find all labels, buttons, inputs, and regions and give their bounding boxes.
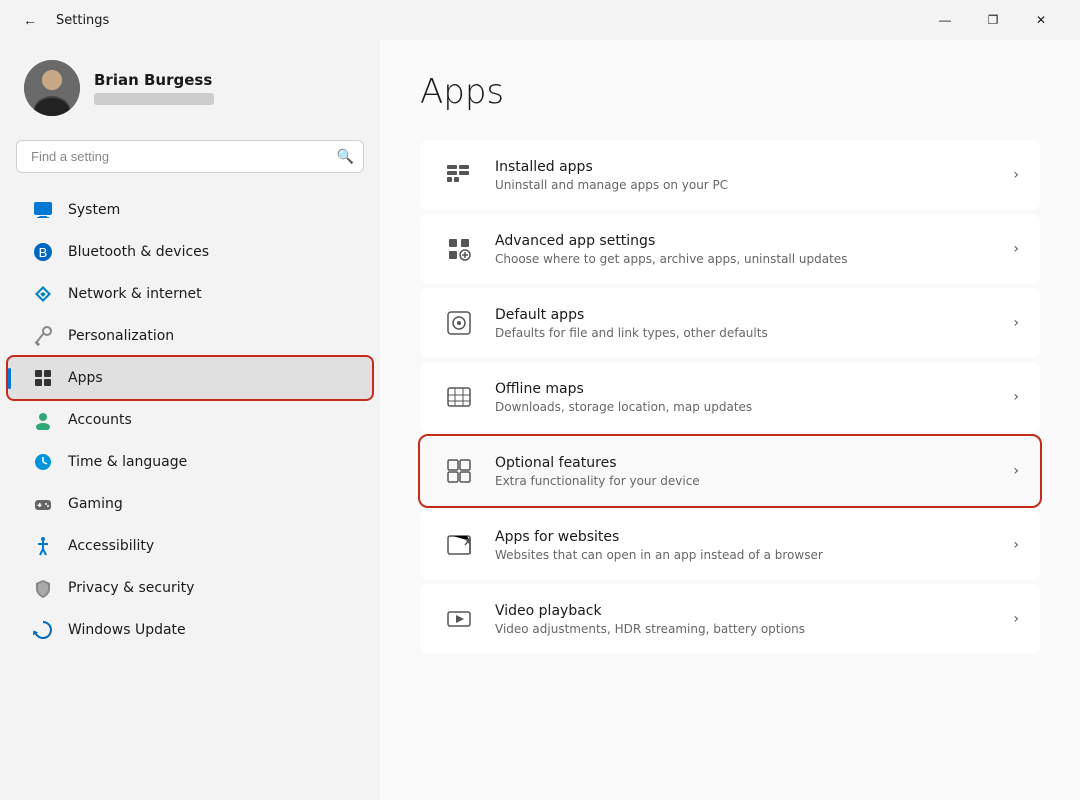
offline-maps-chevron: ›: [1013, 389, 1019, 405]
profile-name: Brian Burgess: [94, 71, 214, 89]
default-apps-title: Default apps: [495, 307, 1003, 323]
sidebar-item-label-bluetooth: Bluetooth & devices: [68, 244, 209, 260]
optional-features-title: Optional features: [495, 455, 1003, 471]
sidebar-item-label-accessibility: Accessibility: [68, 538, 154, 554]
gaming-icon: [32, 493, 54, 515]
sidebar-item-label-update: Windows Update: [68, 622, 186, 638]
accounts-icon: [32, 409, 54, 431]
offline-maps-icon: [441, 379, 477, 415]
sidebar-item-apps[interactable]: Apps: [8, 357, 372, 399]
advanced-app-title: Advanced app settings: [495, 233, 1003, 249]
installed-apps-icon: [441, 157, 477, 193]
sidebar-item-update[interactable]: Windows Update: [8, 609, 372, 651]
optional-features-chevron: ›: [1013, 463, 1019, 479]
sidebar-item-accessibility[interactable]: Accessibility: [8, 525, 372, 567]
avatar: [24, 60, 80, 116]
offline-maps-text: Offline maps Downloads, storage location…: [495, 381, 1003, 414]
svg-text:B: B: [39, 245, 48, 260]
profile-info: Brian Burgess: [94, 71, 214, 105]
sidebar-item-label-privacy: Privacy & security: [68, 580, 194, 596]
accessibility-icon: [32, 535, 54, 557]
sidebar-nav: System B Bluetooth & devices: [0, 189, 380, 651]
optional-features-text: Optional features Extra functionality fo…: [495, 455, 1003, 488]
offline-maps-desc: Downloads, storage location, map updates: [495, 400, 1003, 414]
sidebar-item-network[interactable]: Network & internet: [8, 273, 372, 315]
minimize-button[interactable]: —: [922, 4, 968, 36]
search-input[interactable]: [16, 140, 364, 173]
sidebar-item-label-system: System: [68, 202, 120, 218]
apps-websites-chevron: ›: [1013, 537, 1019, 553]
sidebar-item-label-time: Time & language: [68, 454, 187, 470]
settings-item-optional-features[interactable]: Optional features Extra functionality fo…: [420, 436, 1040, 506]
installed-apps-chevron: ›: [1013, 167, 1019, 183]
video-playback-icon: [441, 601, 477, 637]
sidebar: Brian Burgess 🔍 System: [0, 40, 380, 800]
sidebar-item-label-network: Network & internet: [68, 286, 202, 302]
apps-websites-title: Apps for websites: [495, 529, 1003, 545]
optional-features-desc: Extra functionality for your device: [495, 474, 1003, 488]
video-playback-text: Video playback Video adjustments, HDR st…: [495, 603, 1003, 636]
apps-icon: [32, 367, 54, 389]
settings-item-video-playback[interactable]: Video playback Video adjustments, HDR st…: [420, 584, 1040, 654]
advanced-app-desc: Choose where to get apps, archive apps, …: [495, 252, 1003, 266]
optional-features-icon: [441, 453, 477, 489]
page-title: Apps: [420, 72, 1040, 112]
personalization-icon: [32, 325, 54, 347]
sidebar-item-label-personalization: Personalization: [68, 328, 174, 344]
search-box: 🔍: [16, 140, 364, 173]
settings-item-installed-apps[interactable]: Installed apps Uninstall and manage apps…: [420, 140, 1040, 210]
titlebar-controls: — ❐ ✕: [922, 4, 1064, 36]
default-apps-text: Default apps Defaults for file and link …: [495, 307, 1003, 340]
advanced-app-icon: [441, 231, 477, 267]
profile-area: Brian Burgess: [0, 40, 380, 140]
advanced-app-chevron: ›: [1013, 241, 1019, 257]
sidebar-item-personalization[interactable]: Personalization: [8, 315, 372, 357]
settings-list: Installed apps Uninstall and manage apps…: [420, 140, 1040, 654]
sidebar-item-label-accounts: Accounts: [68, 412, 132, 428]
search-icon: 🔍: [337, 149, 354, 165]
video-playback-chevron: ›: [1013, 611, 1019, 627]
default-apps-icon: [441, 305, 477, 341]
sidebar-item-gaming[interactable]: Gaming: [8, 483, 372, 525]
offline-maps-title: Offline maps: [495, 381, 1003, 397]
bluetooth-icon: B: [32, 241, 54, 263]
default-apps-chevron: ›: [1013, 315, 1019, 331]
titlebar: ← Settings — ❐ ✕: [0, 0, 1080, 40]
sidebar-item-time[interactable]: Time & language: [8, 441, 372, 483]
video-playback-desc: Video adjustments, HDR streaming, batter…: [495, 622, 1003, 636]
apps-websites-text: Apps for websites Websites that can open…: [495, 529, 1003, 562]
back-button[interactable]: ←: [16, 6, 44, 34]
apps-websites-icon: [441, 527, 477, 563]
update-icon: [32, 619, 54, 641]
system-icon: [32, 199, 54, 221]
installed-apps-desc: Uninstall and manage apps on your PC: [495, 178, 1003, 192]
sidebar-item-privacy[interactable]: Privacy & security: [8, 567, 372, 609]
advanced-app-text: Advanced app settings Choose where to ge…: [495, 233, 1003, 266]
apps-websites-desc: Websites that can open in an app instead…: [495, 548, 1003, 562]
settings-item-default-apps[interactable]: Default apps Defaults for file and link …: [420, 288, 1040, 358]
main-panel: Apps Installed apps Uninstall an: [380, 40, 1080, 800]
close-button[interactable]: ✕: [1018, 4, 1064, 36]
settings-item-apps-websites[interactable]: Apps for websites Websites that can open…: [420, 510, 1040, 580]
titlebar-left: ← Settings: [16, 6, 109, 34]
sidebar-item-label-apps: Apps: [68, 370, 103, 386]
network-icon: [32, 283, 54, 305]
default-apps-desc: Defaults for file and link types, other …: [495, 326, 1003, 340]
profile-email-blur: [94, 93, 214, 105]
sidebar-item-label-gaming: Gaming: [68, 496, 123, 512]
sidebar-item-bluetooth[interactable]: B Bluetooth & devices: [8, 231, 372, 273]
sidebar-item-accounts[interactable]: Accounts: [8, 399, 372, 441]
maximize-button[interactable]: ❐: [970, 4, 1016, 36]
sidebar-item-system[interactable]: System: [8, 189, 372, 231]
settings-item-offline-maps[interactable]: Offline maps Downloads, storage location…: [420, 362, 1040, 432]
settings-item-advanced-app[interactable]: Advanced app settings Choose where to ge…: [420, 214, 1040, 284]
app-body: Brian Burgess 🔍 System: [0, 40, 1080, 800]
video-playback-title: Video playback: [495, 603, 1003, 619]
time-icon: [32, 451, 54, 473]
privacy-icon: [32, 577, 54, 599]
installed-apps-text: Installed apps Uninstall and manage apps…: [495, 159, 1003, 192]
titlebar-title: Settings: [56, 13, 109, 28]
installed-apps-title: Installed apps: [495, 159, 1003, 175]
